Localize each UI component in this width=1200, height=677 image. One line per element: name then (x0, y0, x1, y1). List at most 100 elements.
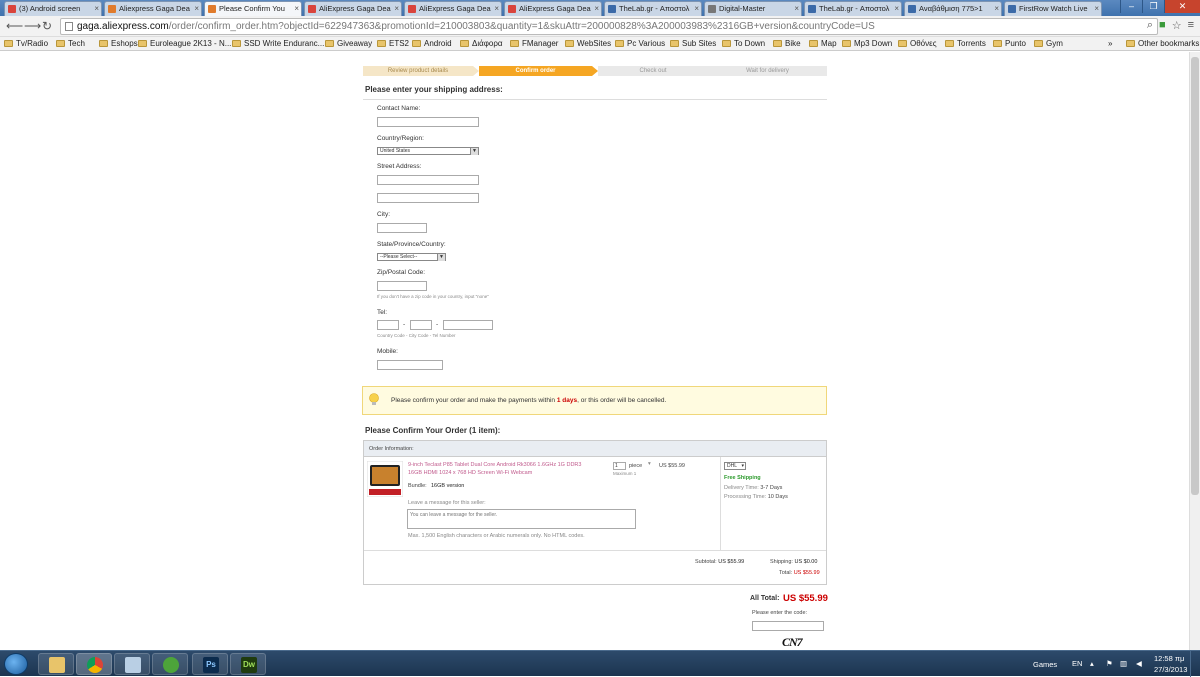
quantity-stepper-icon[interactable]: ▾ (648, 461, 651, 467)
minimize-icon[interactable]: ‒ (1120, 0, 1142, 13)
close-tab-icon[interactable]: × (594, 2, 599, 16)
tab-4[interactable]: AliExpress Gaga Dea × (404, 1, 502, 16)
bookmark-11[interactable]: Pc Various (615, 38, 665, 50)
tab-5[interactable]: AliExpress Gaga Dea × (504, 1, 602, 16)
close-window-icon[interactable]: ✕ (1164, 0, 1200, 13)
tel-city-input[interactable] (410, 320, 432, 330)
forward-icon[interactable]: ⟶ (24, 19, 41, 33)
tel-country-input[interactable] (377, 320, 399, 330)
bookmark-1[interactable]: Tech (56, 38, 85, 50)
close-tab-icon[interactable]: × (794, 2, 799, 16)
close-tab-icon[interactable]: × (994, 2, 999, 16)
bookmark-4[interactable]: SSD Write Enduranc... (232, 38, 324, 50)
tab-2[interactable]: Please Confirm You × (204, 1, 302, 16)
search-icon[interactable]: ⌕ (1147, 19, 1153, 32)
close-tab-icon[interactable]: × (94, 2, 99, 16)
bookmark-label: WebSites (577, 39, 612, 48)
tab-6[interactable]: TheLab.gr - Αποστολ × (604, 1, 702, 16)
favicon-icon (1008, 5, 1016, 13)
bookmark-19[interactable]: Punto (993, 38, 1026, 50)
taskbar-dreamweaver[interactable]: Dw (230, 653, 266, 675)
bookmark-star-icon[interactable]: ☆ (1172, 19, 1182, 32)
tray-games[interactable]: Games (1033, 660, 1057, 669)
bookmark-16[interactable]: Mp3 Down (842, 38, 892, 50)
bookmark-10[interactable]: WebSites (565, 38, 611, 50)
bookmark-label: Eshops (111, 39, 138, 48)
bookmarks-overflow-icon[interactable]: » (1108, 38, 1112, 50)
mobile-input[interactable] (377, 360, 443, 370)
bookmark-3[interactable]: Euroleague 2K13 - N... (138, 38, 231, 50)
language-indicator[interactable]: EN (1072, 659, 1082, 668)
menu-icon[interactable]: ≡ (1188, 19, 1194, 32)
start-button[interactable] (4, 653, 28, 675)
taskbar-explorer[interactable] (38, 653, 74, 675)
tab-8[interactable]: TheLab.gr - Αποστολ × (804, 1, 902, 16)
close-tab-icon[interactable]: × (494, 2, 499, 16)
folder-icon (773, 40, 782, 47)
taskbar-photoshop[interactable]: Ps (192, 653, 228, 675)
taskbar-chrome[interactable] (76, 653, 112, 675)
bookmark-7[interactable]: Android (412, 38, 452, 50)
quantity-input[interactable]: 1 (613, 462, 626, 470)
tab-7[interactable]: Digital-Master × (704, 1, 802, 16)
close-tab-icon[interactable]: × (294, 2, 299, 16)
taskbar-libraries[interactable] (114, 653, 150, 675)
product-thumbnail[interactable] (367, 461, 403, 497)
tab-3[interactable]: AliExpress Gaga Dea × (304, 1, 402, 16)
captcha-input[interactable] (752, 621, 824, 631)
close-tab-icon[interactable]: × (894, 2, 899, 16)
bookmark-6[interactable]: ETS2 (377, 38, 409, 50)
bookmark-9[interactable]: FManager (510, 38, 558, 50)
street-address-input-1[interactable] (377, 175, 479, 185)
tab-1[interactable]: Aliexpress Gaga Dea × (104, 1, 202, 16)
maximize-icon[interactable]: ❐ (1142, 0, 1164, 13)
close-tab-icon[interactable]: × (1094, 2, 1099, 16)
bookmark-18[interactable]: Torrents (945, 38, 986, 50)
seller-message-input[interactable] (407, 509, 636, 529)
bookmark-5[interactable]: Giveaway (325, 38, 372, 50)
other-bookmarks[interactable]: Other bookmarks (1126, 38, 1199, 50)
zip-input[interactable] (377, 281, 427, 291)
network-icon[interactable]: ▥ (1120, 659, 1127, 668)
bookmark-15[interactable]: Map (809, 38, 837, 50)
bookmark-2[interactable]: Eshops (99, 38, 138, 50)
tab-9[interactable]: Αναβάθμιση 775>1 × (904, 1, 1002, 16)
show-desktop-button[interactable] (1190, 651, 1200, 677)
bookmark-12[interactable]: Sub Sites (670, 38, 716, 50)
bookmark-20[interactable]: Gym (1034, 38, 1063, 50)
tab-0[interactable]: (3) Android screen × (4, 1, 102, 16)
taskbar-xbox[interactable] (152, 653, 188, 675)
bookmark-0[interactable]: Tv/Radio (4, 38, 48, 50)
close-tab-icon[interactable]: × (194, 2, 199, 16)
tab-10[interactable]: FirstRow Watch Live × (1004, 1, 1102, 16)
scrollbar-thumb[interactable] (1191, 57, 1199, 495)
product-title-line1[interactable]: 9-inch Teclast P85 Tablet Dual Core Andr… (408, 462, 581, 470)
volume-icon[interactable]: ◀ (1136, 659, 1142, 668)
extension-icon[interactable]: ■ (1159, 19, 1166, 32)
contact-name-input[interactable] (377, 117, 479, 127)
clock-time[interactable]: 12:58 πμ (1154, 654, 1184, 663)
close-tab-icon[interactable]: × (694, 2, 699, 16)
back-icon[interactable]: ⟵ (6, 19, 23, 33)
close-tab-icon[interactable]: × (394, 2, 399, 16)
page-scrollbar[interactable] (1189, 52, 1200, 650)
flag-icon[interactable]: ⚑ (1106, 659, 1113, 668)
bookmark-13[interactable]: To Down (722, 38, 765, 50)
notice-days: 1 days (556, 397, 578, 404)
bookmark-label: Gym (1046, 39, 1063, 48)
reload-icon[interactable]: ↻ (42, 19, 52, 33)
country-select[interactable]: United States ▼ (377, 147, 479, 155)
product-title-line2[interactable]: 16GB HDMI 1024 x 768 HD Screen Wi-Fi Web… (408, 470, 532, 478)
bookmark-14[interactable]: Bike (773, 38, 801, 50)
bookmark-label: Euroleague 2K13 - N... (150, 39, 232, 48)
street-address-input-2[interactable] (377, 193, 479, 203)
bookmark-17[interactable]: Οθόνες (898, 38, 937, 50)
shipping-method-select[interactable]: DHL ▾ (724, 462, 746, 470)
address-bar[interactable]: gaga.aliexpress.com/order/confirm_order.… (60, 18, 1158, 35)
state-select[interactable]: --Please Select-- ▼ (377, 253, 446, 261)
city-input[interactable] (377, 223, 427, 233)
tel-number-input[interactable] (443, 320, 493, 330)
clock-date[interactable]: 27/3/2013 (1154, 665, 1187, 674)
bookmark-8[interactable]: Διάφορα (460, 38, 503, 50)
tray-arrow-icon[interactable]: ▴ (1090, 659, 1094, 668)
